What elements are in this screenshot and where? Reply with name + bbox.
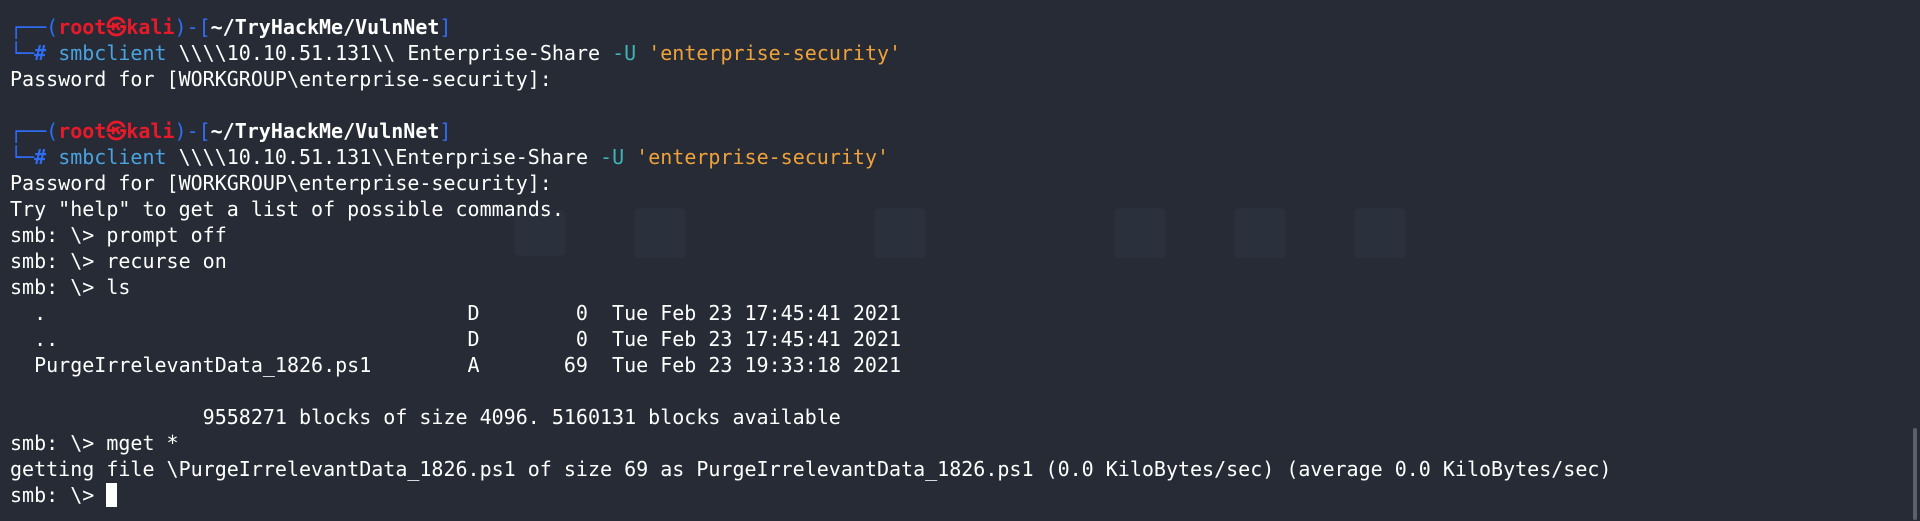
output-line: getting file \PurgeIrrelevantData_1826.p…: [10, 456, 1900, 482]
command-name: smbclient: [58, 41, 167, 65]
command-args: \\\\10.10.51.131\\Enterprise-Share: [166, 145, 601, 169]
skull-icon: ㉿: [106, 119, 127, 143]
output-text: Password for [WORKGROUP\enterprise-secur…: [10, 67, 552, 91]
output-line: smb: \> prompt off: [10, 222, 1900, 248]
command-args: \\\\10.10.51.131\\ Enterprise-Share: [166, 41, 613, 65]
prompt-hash: #: [34, 145, 47, 169]
output-text: 9558271 blocks of size 4096. 5160131 blo…: [10, 405, 841, 429]
command-flag: -U: [600, 145, 625, 169]
output-line: smb: \> mget *: [10, 430, 1900, 456]
terminal-window[interactable]: ┌──(root㉿kali)-[~/TryHackMe/VulnNet] └─# …: [0, 0, 1920, 521]
command-string: 'enterprise-security': [636, 41, 902, 65]
command-line: └─# smbclient \\\\10.10.51.131\\Enterpri…: [10, 144, 1900, 170]
output-line: 9558271 blocks of size 4096. 5160131 blo…: [10, 404, 1900, 430]
output-text: smb: \> prompt off: [10, 223, 227, 247]
prompt-separator: )-[: [174, 119, 211, 143]
prompt-hash: #: [34, 41, 47, 65]
output-line: . D 0 Tue Feb 23 17:45:41 2021: [10, 300, 1900, 326]
command-string: 'enterprise-security': [624, 145, 890, 169]
command-name: smbclient: [58, 145, 167, 169]
output-text: .. D 0 Tue Feb 23 17:45:41 2021: [10, 327, 902, 351]
output-text: smb: \> recurse on: [10, 249, 227, 273]
prompt-bracket: ]: [439, 15, 452, 39]
prompt-corner: ┌──(: [10, 15, 59, 39]
output-line: smb: \> recurse on: [10, 248, 1900, 274]
output-text: . D 0 Tue Feb 23 17:45:41 2021: [10, 301, 902, 325]
output-text: smb: \> mget *: [10, 431, 179, 455]
prompt-host: kali: [126, 15, 175, 39]
prompt-corner: ┌──(: [10, 119, 59, 143]
output-line: Password for [WORKGROUP\enterprise-secur…: [10, 170, 1900, 196]
prompt-corner: └─: [10, 145, 35, 169]
text-cursor[interactable]: [106, 483, 118, 507]
prompt-host: kali: [126, 119, 175, 143]
terminal-output: ┌──(root㉿kali)-[~/TryHackMe/VulnNet] └─# …: [10, 14, 1900, 508]
prompt-path: ~/TryHackMe/VulnNet: [210, 119, 440, 143]
prompt-user: root: [58, 15, 107, 39]
command-flag: -U: [612, 41, 637, 65]
prompt-corner: └─: [10, 41, 35, 65]
output-text: getting file \PurgeIrrelevantData_1826.p…: [10, 457, 1612, 481]
prompt-header-line: ┌──(root㉿kali)-[~/TryHackMe/VulnNet]: [10, 118, 1900, 144]
skull-icon: ㉿: [106, 15, 127, 39]
output-line: PurgeIrrelevantData_1826.ps1 A 69 Tue Fe…: [10, 352, 1900, 378]
smb-prompt: smb: \>: [10, 483, 107, 507]
output-line: Password for [WORKGROUP\enterprise-secur…: [10, 66, 1900, 92]
prompt-path: ~/TryHackMe/VulnNet: [210, 15, 440, 39]
output-line: Try "help" to get a list of possible com…: [10, 196, 1900, 222]
command-line: └─# smbclient \\\\10.10.51.131\\ Enterpr…: [10, 40, 1900, 66]
smb-prompt-line: smb: \>: [10, 482, 1900, 508]
output-text: Password for [WORKGROUP\enterprise-secur…: [10, 171, 552, 195]
output-line: .. D 0 Tue Feb 23 17:45:41 2021: [10, 326, 1900, 352]
output-text: Try "help" to get a list of possible com…: [10, 197, 564, 221]
scrollbar[interactable]: [1913, 428, 1917, 520]
prompt-header-line: ┌──(root㉿kali)-[~/TryHackMe/VulnNet]: [10, 14, 1900, 40]
prompt-separator: )-[: [174, 15, 211, 39]
prompt-user: root: [58, 119, 107, 143]
output-text: PurgeIrrelevantData_1826.ps1 A 69 Tue Fe…: [10, 353, 902, 377]
output-line: smb: \> ls: [10, 274, 1900, 300]
output-text: smb: \> ls: [10, 275, 131, 299]
prompt-bracket: ]: [439, 119, 452, 143]
